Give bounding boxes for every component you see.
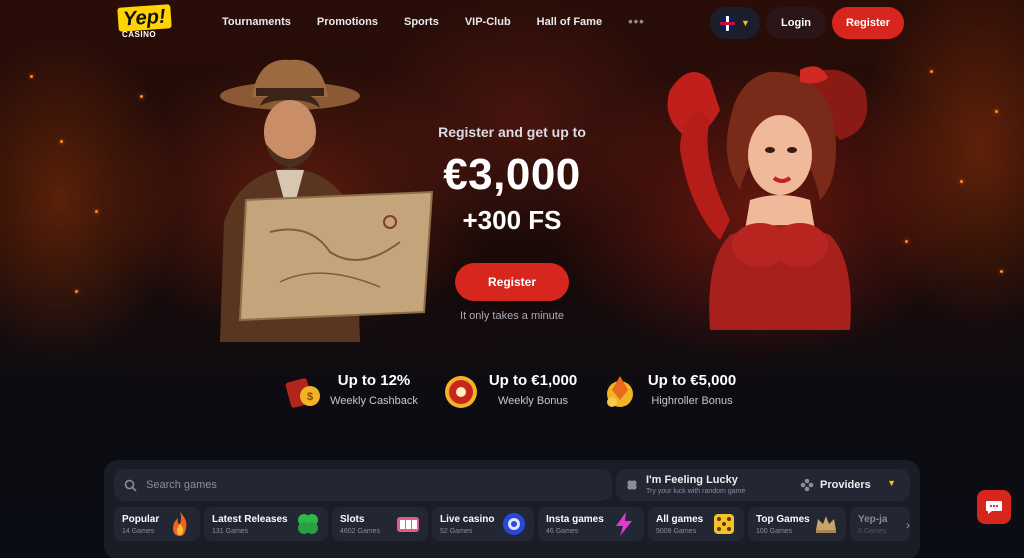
slot-machine-icon xyxy=(397,517,419,532)
category-count: 131 Games xyxy=(212,528,249,535)
clover-icon xyxy=(298,514,318,534)
category-name: Slots xyxy=(340,514,365,525)
clover-icon xyxy=(627,480,637,490)
chevron-down-icon: ▼ xyxy=(887,478,896,488)
category-live-casino[interactable]: Live casino 52 Games xyxy=(432,507,534,541)
benefit-subtitle: Weekly Cashback xyxy=(330,395,418,407)
category-latest-releases[interactable]: Latest Releases 131 Games xyxy=(204,507,328,541)
category-popular[interactable]: Popular 14 Games xyxy=(114,507,200,541)
language-selector[interactable]: ▼ xyxy=(710,7,760,39)
category-yep-jackpot[interactable]: Yep-ja 0 Games xyxy=(850,507,910,541)
ember xyxy=(140,95,143,98)
category-name: Insta games xyxy=(546,514,604,525)
nav-vip-club[interactable]: VIP-Club xyxy=(465,16,511,28)
ember xyxy=(995,110,998,113)
category-count: 5008 Games xyxy=(656,528,697,535)
category-name: Latest Releases xyxy=(212,514,288,525)
category-all-games[interactable]: All games 5008 Games xyxy=(648,507,744,541)
category-top-games[interactable]: Top Games 100 Games xyxy=(748,507,846,541)
category-name: Yep-ja xyxy=(858,514,888,525)
search-icon xyxy=(124,479,137,492)
category-count: 52 Games xyxy=(440,528,473,535)
benefit-weekly-bonus: Up to €1,000 Weekly Bonus xyxy=(440,368,586,412)
lightning-icon xyxy=(616,512,632,536)
more-menu-icon[interactable]: ••• xyxy=(628,15,645,28)
hero-bonus-amount: €3,000 xyxy=(443,150,581,199)
lucky-subtitle: Try your luck with random game xyxy=(646,488,746,495)
ember xyxy=(30,75,33,78)
yep-casino-logo[interactable]: Yep! CASINO xyxy=(117,4,190,42)
providers-icon xyxy=(800,478,814,492)
benefit-highroller: Up to €5,000 Highroller Bonus xyxy=(600,368,746,412)
category-insta-games[interactable]: Insta games 46 Games xyxy=(538,507,644,541)
ember xyxy=(75,290,78,293)
ember xyxy=(905,240,908,243)
ember xyxy=(1000,270,1003,273)
category-count: 0 Games xyxy=(858,528,887,535)
hero-free-spins: +300 FS xyxy=(462,205,562,235)
chevron-right-icon[interactable]: › xyxy=(906,518,910,532)
chat-bubble-icon xyxy=(986,501,1002,514)
hero-note: It only takes a minute xyxy=(460,310,564,322)
crown-icon xyxy=(816,516,836,533)
category-slots[interactable]: Slots 4602 Games xyxy=(332,507,428,541)
nav-promotions[interactable]: Promotions xyxy=(317,16,378,28)
game-lobby-bar: I'm Feeling Lucky Try your luck with ran… xyxy=(104,460,920,558)
login-button[interactable]: Login xyxy=(766,7,826,39)
category-count: 100 Games xyxy=(756,528,793,535)
category-count: 14 Games xyxy=(122,528,155,535)
hero-subtitle: Register and get up to xyxy=(438,124,586,140)
top-header: Yep! CASINO Tournaments Promotions Sport… xyxy=(0,0,1024,46)
dice-icon xyxy=(714,514,734,534)
ember xyxy=(95,210,98,213)
nav-hall-of-fame[interactable]: Hall of Fame xyxy=(537,16,602,28)
benefit-subtitle: Weekly Bonus xyxy=(497,395,569,407)
showgirl-character-image xyxy=(667,66,868,330)
bonus-wheel-icon xyxy=(445,376,477,408)
logo-subtext: CASINO xyxy=(122,30,157,39)
search-box[interactable] xyxy=(114,469,612,501)
category-name: Top Games xyxy=(756,514,810,525)
benefit-title: Up to €5,000 xyxy=(647,372,737,389)
ember xyxy=(930,70,933,73)
category-count: 46 Games xyxy=(546,528,579,535)
category-count: 4602 Games xyxy=(340,528,381,535)
category-name: All games xyxy=(656,514,704,525)
header-register-button[interactable]: Register xyxy=(832,7,904,39)
nav-tournaments[interactable]: Tournaments xyxy=(222,16,291,28)
chevron-down-icon: ▼ xyxy=(741,18,750,28)
main-nav: Tournaments Promotions Sports VIP-Club H… xyxy=(222,15,671,28)
category-name: Popular xyxy=(122,514,160,525)
category-name: Live casino xyxy=(440,514,495,525)
lucky-title: I'm Feeling Lucky xyxy=(646,474,738,486)
ember xyxy=(60,140,63,143)
search-input[interactable] xyxy=(146,479,546,491)
cashback-icon: $ xyxy=(285,378,320,408)
highroller-icon xyxy=(607,376,633,407)
benefit-cashback: $ Up to 12% Weekly Cashback xyxy=(284,368,424,412)
uk-flag-icon xyxy=(720,15,736,31)
flame-icon xyxy=(173,512,187,536)
providers-dropdown[interactable]: Providers ▼ xyxy=(790,469,910,501)
ember xyxy=(960,180,963,183)
support-chat-button[interactable] xyxy=(977,490,1011,524)
logo-text: Yep! xyxy=(117,4,172,32)
poker-chip-icon xyxy=(503,513,525,535)
benefit-title: Up to 12% xyxy=(337,372,411,389)
providers-label: Providers xyxy=(820,479,871,491)
category-list: Popular 14 Games Latest Releases 131 Gam… xyxy=(114,507,914,545)
nav-sports[interactable]: Sports xyxy=(404,16,439,28)
benefit-subtitle: Highroller Bonus xyxy=(651,395,733,407)
hero-register-button[interactable]: Register xyxy=(455,263,569,301)
benefit-title: Up to €1,000 xyxy=(488,372,578,389)
svg-text:$: $ xyxy=(307,391,313,403)
